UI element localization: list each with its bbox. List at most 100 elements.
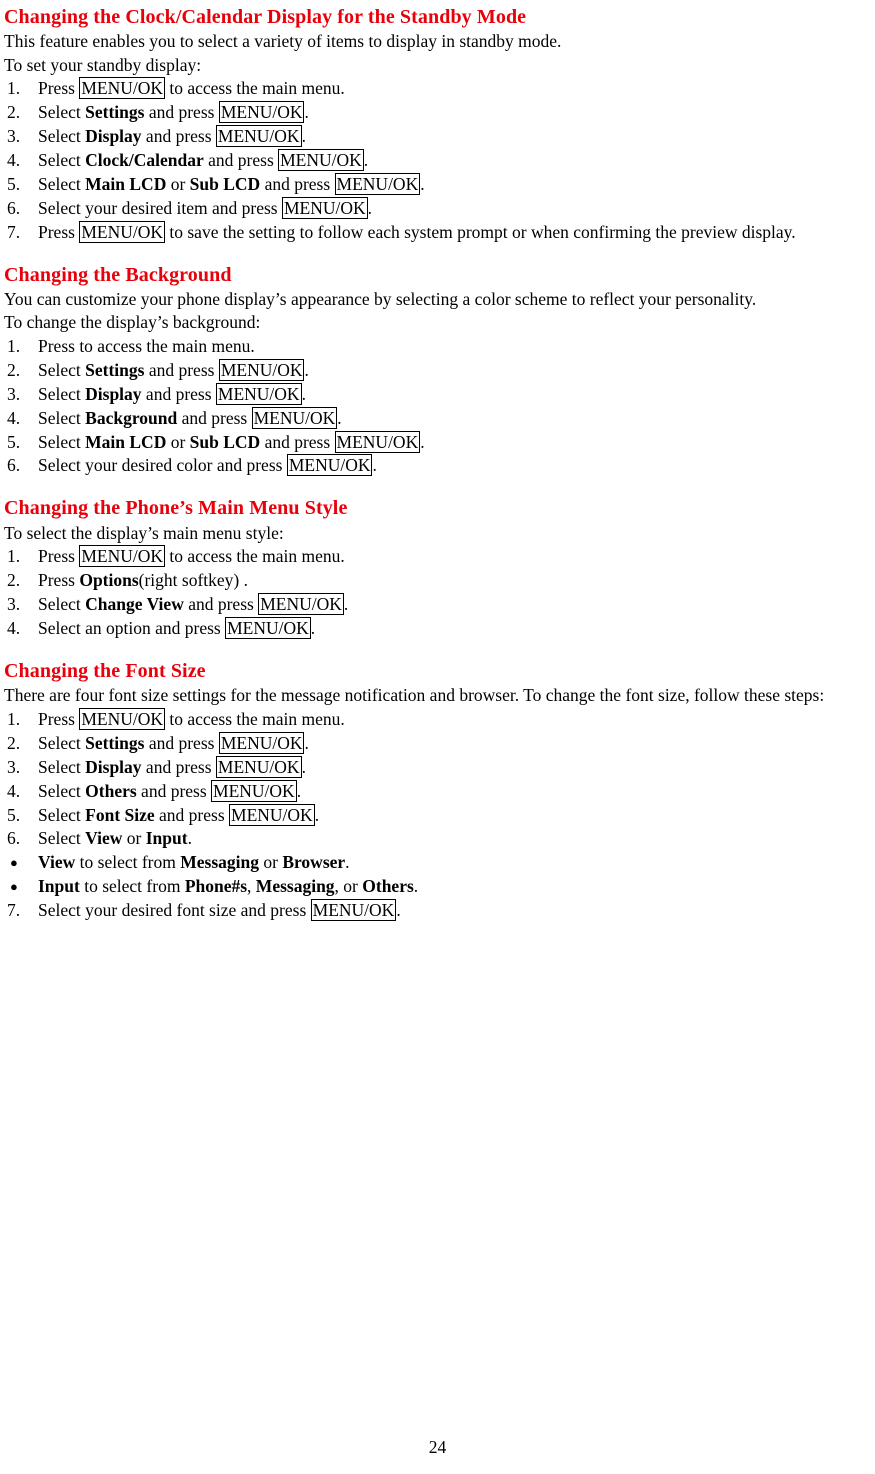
step-text: Select Change View and press MENU/OK. bbox=[38, 593, 867, 617]
body-text: . bbox=[301, 383, 306, 404]
body-text: . bbox=[301, 756, 306, 777]
step-number: 6. bbox=[7, 197, 21, 218]
step-item: 1. Press MENU/OK to access the main menu. bbox=[4, 545, 867, 569]
body-text: Select bbox=[38, 359, 86, 380]
body-text: Select bbox=[38, 804, 86, 825]
body-text: Select bbox=[38, 594, 86, 615]
step-text: Select Display and press MENU/OK. bbox=[38, 755, 867, 780]
body-text: . bbox=[420, 173, 425, 194]
body-text: . bbox=[310, 618, 316, 638]
body-text: , or bbox=[334, 876, 363, 897]
step-item: 4. Select Others and press MENU/OK. bbox=[4, 779, 867, 804]
body-text: . bbox=[301, 125, 306, 146]
key-label: MENU/OK bbox=[286, 454, 373, 477]
body-text: . bbox=[337, 407, 342, 428]
emphasis-text: Messaging bbox=[255, 876, 335, 897]
section-intro-paragraph: You can customize your phone display’s a… bbox=[4, 289, 757, 310]
body-text: to access the main menu. bbox=[165, 77, 345, 98]
step-item: 7. Select your desired font size and pres… bbox=[4, 899, 867, 923]
step-item: 6. Select your desired item and press MEN… bbox=[4, 196, 867, 221]
step-item: 2. Select Settings and press MENU/OK. bbox=[4, 731, 867, 756]
body-text: or bbox=[258, 852, 283, 873]
body-text: Select your desired item and press bbox=[38, 197, 282, 218]
step-list: 1. Press MENU/OK to access the main menu.… bbox=[4, 545, 867, 641]
step-number: 6. bbox=[7, 828, 21, 849]
step-item: 3. Select Display and press MENU/OK. bbox=[4, 124, 867, 149]
section-intro-paragraph: To set your standby display: bbox=[4, 54, 202, 75]
body-text: . bbox=[413, 876, 419, 897]
body-text: and press bbox=[141, 756, 216, 777]
section-heading-main_menu_style: Changing the Phone’s Main Menu Style bbox=[4, 497, 348, 520]
step-number: 7. bbox=[7, 221, 21, 242]
body-text: and press bbox=[144, 359, 219, 380]
emphasis-text: Settings bbox=[85, 101, 145, 122]
key-label: MENU/OK bbox=[334, 430, 421, 453]
step-number: 4. bbox=[7, 618, 21, 638]
step-number: 1. bbox=[7, 546, 21, 567]
step-text: Press Options(right softkey) . bbox=[38, 569, 867, 593]
body-text: and press bbox=[154, 804, 230, 825]
body-text: Select bbox=[38, 828, 86, 849]
key-label: MENU/OK bbox=[211, 779, 297, 802]
body-text: Press to access the main menu. bbox=[38, 335, 255, 356]
step-number: 4. bbox=[7, 149, 21, 170]
step-text: Select Settings and press MENU/OK. bbox=[38, 731, 867, 756]
body-text: to select from bbox=[79, 876, 185, 897]
step-text: Press MENU/OK to access the main menu. bbox=[38, 545, 867, 569]
body-text: . bbox=[314, 804, 320, 825]
emphasis-text: Settings bbox=[85, 732, 145, 753]
body-text: . bbox=[396, 900, 401, 921]
body-text: and press bbox=[136, 780, 212, 801]
step-number: 3. bbox=[7, 594, 21, 615]
body-text: and press bbox=[141, 383, 216, 404]
step-item: 2. Press Options(right softkey) . bbox=[4, 569, 867, 593]
body-text: and press bbox=[144, 732, 219, 753]
body-text: and press bbox=[183, 594, 259, 615]
body-text: . bbox=[420, 431, 425, 452]
step-text: Select Settings and press MENU/OK. bbox=[38, 358, 867, 383]
page-number: 24 bbox=[428, 1437, 447, 1457]
step-number: 3. bbox=[7, 756, 21, 777]
body-text: Select bbox=[38, 173, 86, 194]
bullet-text: View to select from Messaging or Browser… bbox=[38, 851, 867, 875]
key-label: MENU/OK bbox=[79, 545, 165, 568]
step-text: Select Settings and press MENU/OK. bbox=[38, 100, 867, 125]
document-page: Changing the Clock/Calendar Display for … bbox=[0, 0, 875, 1474]
body-text: . bbox=[372, 455, 377, 476]
step-number: 5. bbox=[7, 431, 21, 452]
step-number: 2. bbox=[7, 570, 21, 591]
step-number: 1. bbox=[7, 708, 21, 729]
step-item: 3. Select Change View and press MENU/OK. bbox=[4, 593, 867, 617]
body-text: Press bbox=[38, 546, 80, 567]
key-label: MENU/OK bbox=[251, 406, 338, 429]
sections-container: Changing the Clock/Calendar Display for … bbox=[4, 4, 867, 923]
key-label: MENU/OK bbox=[218, 358, 305, 381]
step-number: 3. bbox=[7, 383, 21, 404]
bullet-item: ● Input to select from Phone#s, Messaging… bbox=[4, 875, 867, 899]
step-list: 1. Press to access the main menu. 2. Select… bbox=[4, 335, 867, 479]
step-text: Select your desired font size and press … bbox=[38, 899, 867, 923]
step-list: 1. Press MENU/OK to access the main menu.… bbox=[4, 707, 867, 852]
section-heading-font_size: Changing the Font Size bbox=[4, 659, 206, 682]
emphasis-text: Sub LCD bbox=[189, 173, 261, 194]
step-text: Select your desired item and press MENU/… bbox=[38, 196, 867, 221]
step-item: 5. Select Main LCD or Sub LCD and press M… bbox=[4, 430, 867, 455]
body-text: Select bbox=[38, 101, 86, 122]
body-text: and press bbox=[260, 173, 335, 194]
step-text: Press MENU/OK to access the main menu. bbox=[38, 76, 867, 101]
step-item: 6. Select your desired color and press ME… bbox=[4, 454, 867, 478]
emphasis-text: Display bbox=[85, 125, 142, 146]
body-text: and press bbox=[177, 407, 252, 428]
body-text: . bbox=[363, 149, 369, 170]
step-number: 4. bbox=[7, 780, 21, 801]
body-text: and press bbox=[141, 125, 216, 146]
emphasis-text: Phone#s bbox=[184, 876, 248, 897]
step-text: Select View or Input. bbox=[38, 827, 867, 851]
body-text: Select bbox=[38, 732, 86, 753]
step-number: 2. bbox=[7, 359, 21, 380]
step-text: Select your desired color and press MENU… bbox=[38, 454, 867, 478]
emphasis-text: Settings bbox=[85, 359, 145, 380]
emphasis-text: Display bbox=[85, 756, 142, 777]
step-number: 7. bbox=[7, 900, 21, 921]
